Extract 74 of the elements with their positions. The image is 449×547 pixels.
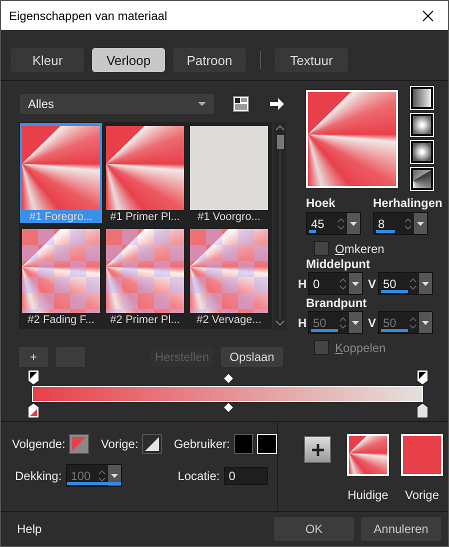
spinner-arrows-icon[interactable] [404,216,412,230]
stop-marker-icon[interactable] [416,402,429,419]
axis-label: H [298,316,306,330]
caret-icon [422,282,429,286]
linear-style-button[interactable] [410,86,434,110]
axis-label: V [368,276,376,290]
color-swatch[interactable] [347,434,389,476]
checkbox-label[interactable]: Omkeren [335,242,384,256]
scroll-up-icon[interactable] [275,125,285,131]
section-label: Brandpunt [306,296,368,310]
field-label: Herhalingen [373,196,442,210]
spin-field[interactable]: 50 [378,272,433,295]
list-icon[interactable] [233,96,249,112]
arrow-right-icon[interactable] [269,97,285,111]
gradient-preview[interactable] [306,90,398,188]
stop-marker-icon[interactable] [27,402,40,419]
axis-label: H [298,276,306,290]
category-dropdown[interactable]: Alles [19,93,215,115]
tab[interactable]: Kleur [11,48,84,72]
input-field[interactable]: 0 [224,466,268,484]
axis-label: V [368,316,376,330]
spin-field[interactable]: 8 [373,212,428,235]
section-label: Middelpunt [306,257,371,271]
field-label: Dekking: [15,468,62,482]
tab[interactable]: Patroon [173,48,246,72]
caret-icon [110,474,118,478]
previous-color-swatch[interactable] [142,434,162,454]
checkbox[interactable] [314,241,329,256]
close-icon[interactable] [422,10,434,22]
stop-marker-icon[interactable] [27,369,40,386]
field-label: Gebruiker: [174,437,230,451]
cancel-button[interactable]: Annuleren [361,517,441,541]
spinner-arrows-icon[interactable] [337,216,345,230]
tab[interactable]: Textuur [275,48,348,72]
scroll-thumb[interactable] [276,135,284,149]
spin-dropdown-button[interactable] [419,273,432,294]
sunburst-style-button[interactable] [410,167,434,191]
spin-dropdown-button[interactable] [414,213,427,234]
spinner-arrows-icon[interactable] [339,276,347,290]
spin-dropdown-button[interactable] [349,273,362,294]
color-swatch[interactable] [401,434,443,476]
spin-field[interactable]: 45 [306,212,361,235]
field-label: Hoek [306,196,336,210]
caret-icon [352,282,359,286]
swatch-label: Vorige [404,488,440,502]
caret-icon [350,222,357,226]
field-label: Locatie: [178,468,220,482]
gradient-bar[interactable] [32,386,423,402]
window-title: Eigenschappen van materiaal [9,8,168,22]
plus-icon [312,444,324,456]
field-label: Vorige: [100,437,138,451]
next-color-swatch[interactable] [69,434,89,454]
midpoint-marker-icon[interactable] [224,374,233,383]
stop-marker-icon[interactable] [416,369,429,386]
action-button[interactable]: Opslaan [221,347,283,367]
user-color-swatch[interactable] [234,434,254,454]
scroll-down-icon[interactable] [275,320,285,326]
tab[interactable]: Verloop [92,48,165,72]
add-button[interactable]: + [19,347,48,367]
caret-icon [417,222,424,226]
spinner-arrows-icon[interactable] [409,276,417,290]
caret-icon [422,320,429,324]
radial-style-button[interactable] [410,140,434,164]
caret-icon [352,320,359,324]
add-button[interactable] [304,436,331,463]
scrollbar[interactable] [274,122,286,329]
caret-icon [198,102,206,106]
field-label: Volgende: [12,437,66,451]
spin-dropdown-button[interactable] [347,213,360,234]
swatch-label: Huidige [348,488,388,502]
help-link[interactable]: Help [17,522,267,536]
ok-button[interactable]: OK [274,517,354,541]
rectangular-style-button[interactable] [410,113,434,137]
spin-field[interactable]: 0 [308,272,363,295]
